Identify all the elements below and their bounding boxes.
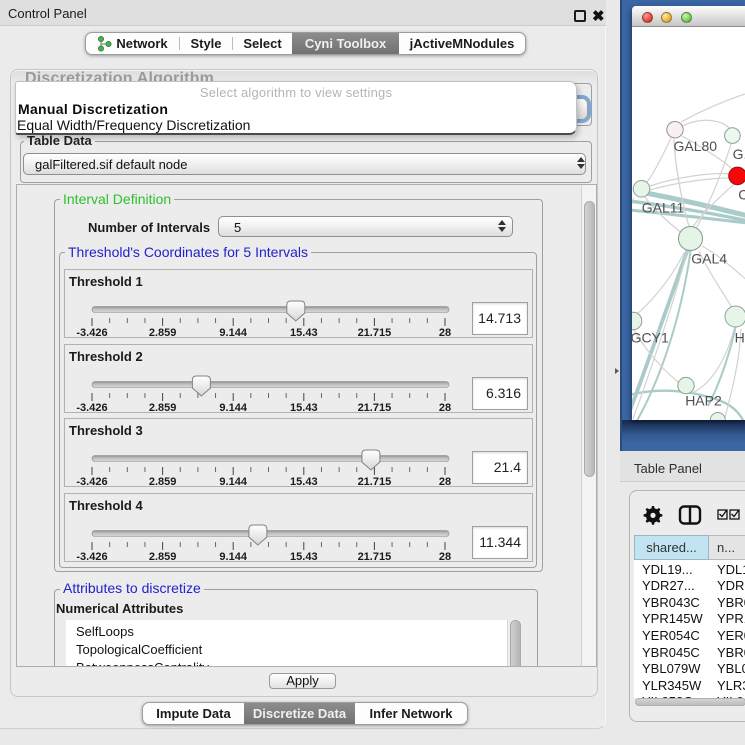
svg-text:21.715: 21.715 [358, 402, 392, 414]
svg-text:G.: G. [733, 146, 745, 162]
svg-text:15.43: 15.43 [290, 327, 318, 339]
svg-text:28: 28 [439, 402, 451, 414]
svg-text:21.715: 21.715 [358, 327, 392, 339]
svg-text:-3.426: -3.426 [76, 402, 107, 414]
svg-text:H: H [735, 330, 745, 346]
svg-text:21.715: 21.715 [358, 551, 392, 563]
svg-text:C: C [738, 187, 745, 203]
svg-text:28: 28 [439, 476, 451, 488]
svg-text:-3.426: -3.426 [76, 476, 107, 488]
svg-text:GCY1: GCY1 [632, 330, 669, 346]
svg-text:9.144: 9.144 [219, 402, 247, 414]
svg-text:HAP2: HAP2 [685, 393, 722, 409]
svg-text:21.715: 21.715 [358, 476, 392, 488]
svg-text:2.859: 2.859 [149, 476, 177, 488]
svg-text:2.859: 2.859 [149, 551, 177, 563]
svg-text:9.144: 9.144 [219, 476, 247, 488]
svg-text:-3.426: -3.426 [76, 327, 107, 339]
svg-text:15.43: 15.43 [290, 402, 318, 414]
svg-text:2.859: 2.859 [149, 327, 177, 339]
svg-text:GAL4: GAL4 [691, 251, 727, 267]
svg-text:28: 28 [439, 327, 451, 339]
svg-text:9.144: 9.144 [219, 327, 247, 339]
svg-text:15.43: 15.43 [290, 476, 318, 488]
svg-text:GAL80: GAL80 [674, 138, 718, 154]
svg-text:2.859: 2.859 [149, 402, 177, 414]
svg-text:15.43: 15.43 [290, 551, 318, 563]
svg-text:-3.426: -3.426 [76, 551, 107, 563]
svg-text:GAL11: GAL11 [642, 200, 685, 216]
svg-text:9.144: 9.144 [219, 551, 247, 563]
svg-text:28: 28 [439, 551, 451, 563]
